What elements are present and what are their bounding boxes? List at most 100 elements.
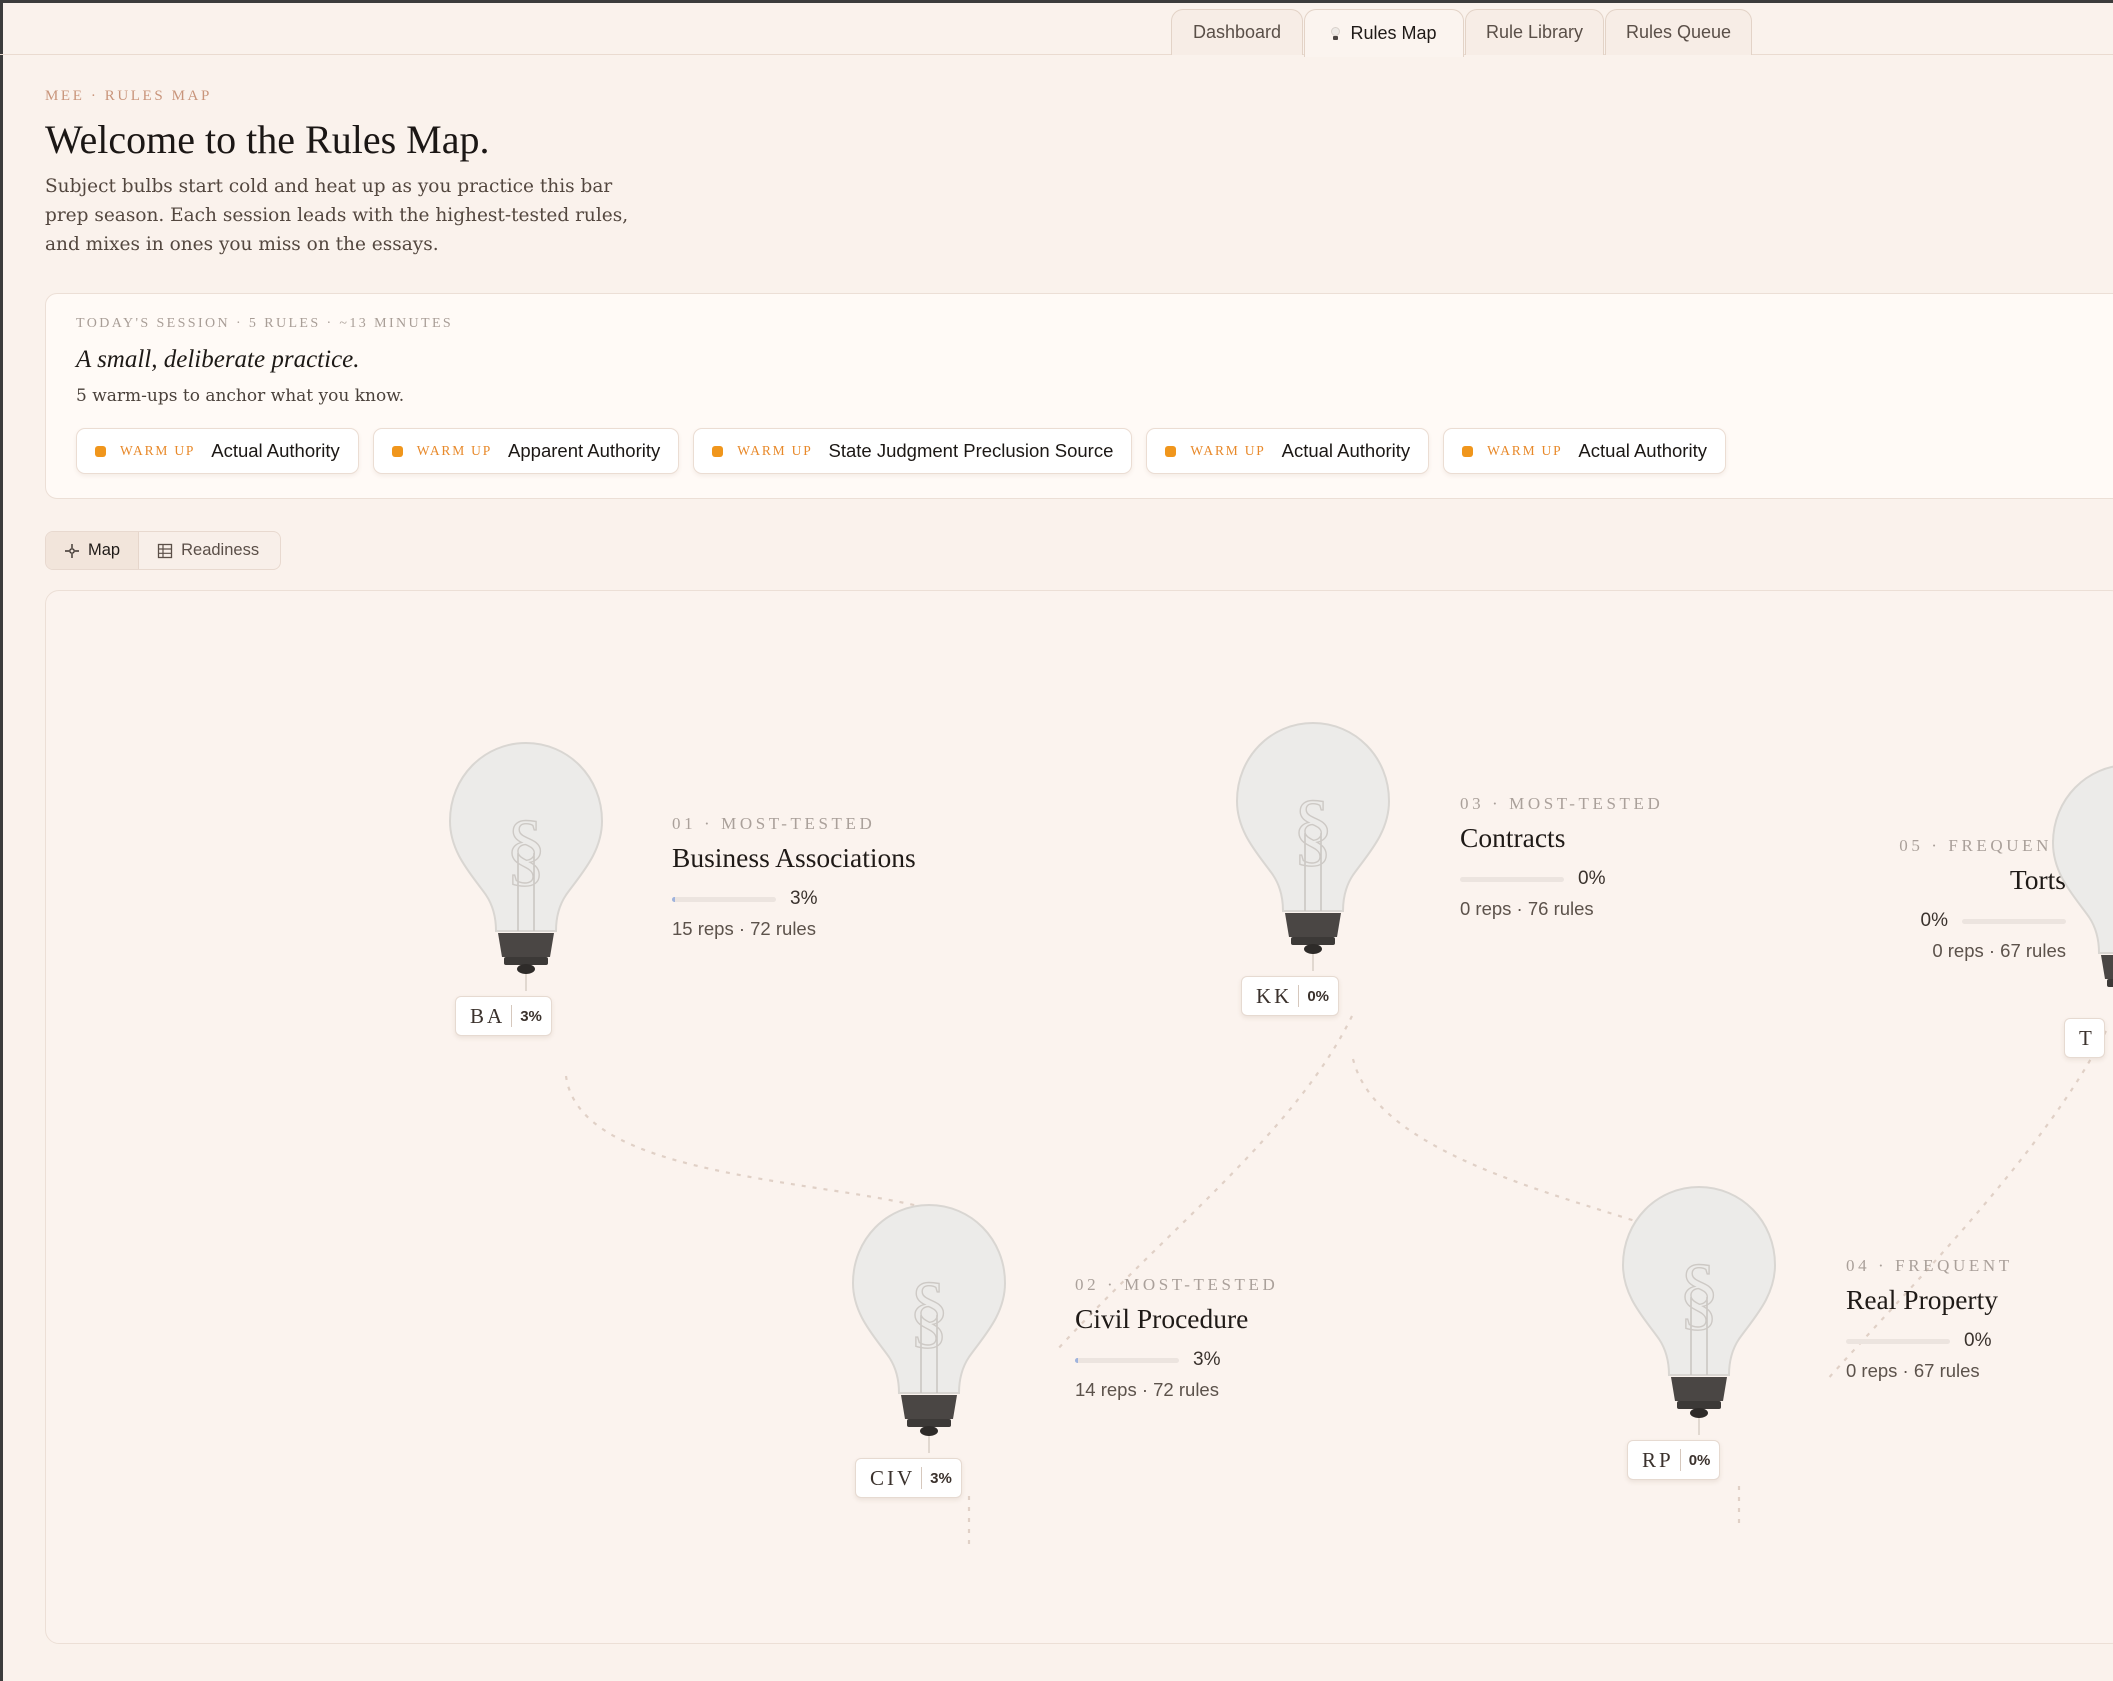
session-eyebrow: TODAY'S SESSION · 5 RULES · ~13 MINUTES [76, 316, 454, 331]
subject-reps: 14 reps · 72 rules [1075, 1379, 1219, 1400]
subject-percent: 3% [1193, 1349, 1221, 1370]
session-rule-chip[interactable]: WARM UP Apparent Authority [372, 428, 680, 474]
warm-up-dot-icon [1462, 445, 1474, 457]
subject-rank: 01 · MOST-TESTED [672, 814, 876, 833]
chip-label: Apparent Authority [508, 440, 661, 461]
subject-rank: 04 · FREQUENT [1846, 1256, 2013, 1275]
chip-tag: WARM UP [737, 443, 813, 458]
session-rule-chip[interactable]: WARM UP Actual Authority [1146, 428, 1430, 474]
subject-bulb-real-property[interactable]: § RP 0% [1619, 1185, 1879, 1505]
progress-bar [672, 896, 776, 902]
subject-abbr: KK [1256, 983, 1293, 1008]
table-icon [157, 543, 173, 558]
page-title: Welcome to the Rules Map. [45, 117, 490, 162]
progress-fill [672, 896, 676, 902]
view-toggle: Map Readiness [45, 531, 281, 570]
badge-divider [921, 1467, 923, 1489]
subject-abbr: T [2079, 1025, 2095, 1050]
warm-up-dot-icon [95, 445, 106, 457]
lightbulb-icon: § [1621, 1185, 1777, 1435]
badge-divider [1679, 1449, 1681, 1471]
page-intro: Subject bulbs start cold and heat up as … [45, 176, 629, 255]
todays-session-card: TODAY'S SESSION · 5 RULES · ~13 MINUTES … [45, 293, 2113, 499]
view-readiness-label: Readiness [181, 541, 260, 559]
chip-label: Actual Authority [211, 440, 340, 461]
badge-divider [511, 1005, 513, 1027]
subject-badge-percent: 3% [520, 1007, 542, 1025]
subject-rank: 05 · FREQUENT [1899, 836, 2066, 855]
lightbulb-icon [2051, 765, 2113, 987]
subject-rank: 03 · MOST-TESTED [1460, 794, 1664, 813]
progress-bar [1460, 876, 1564, 882]
subject-bulb-torts[interactable]: T [2049, 763, 2113, 1083]
tab-label: Rules Queue [1625, 22, 1732, 42]
subject-name[interactable]: Business Associations [672, 842, 1002, 874]
subject-percent: 0% [1964, 1330, 1992, 1351]
subject-badge-percent: 0% [1307, 987, 1330, 1005]
subject-percent: 0% [1578, 868, 1606, 889]
chip-tag: WARM UP [1487, 443, 1563, 458]
subject-badge: KK 0% [1241, 976, 1340, 1016]
tab-bar: Dashboard Rules Map Rule Library Rules Q… [0, 3, 2113, 57]
warm-up-dot-icon [391, 445, 403, 457]
bulb-section-glyph: § [909, 1265, 950, 1356]
subject-badge: BA 3% [455, 996, 552, 1036]
view-readiness-button[interactable]: Readiness [139, 532, 277, 569]
bulb-icon [1331, 27, 1341, 40]
bulb-section-glyph: § [1679, 1247, 1720, 1338]
progress-bar [1846, 1338, 1950, 1344]
view-map-button[interactable]: Map [46, 532, 140, 569]
session-title: A small, deliberate practice. [76, 346, 360, 373]
lightbulb-icon: § [448, 741, 604, 991]
subject-percent: 3% [790, 888, 818, 909]
rules-map-canvas: § BA 3% 01 · MOST-TESTED Business Associ… [45, 590, 2113, 1644]
warm-up-dot-icon [712, 445, 724, 457]
tab-dashboard[interactable]: Dashboard [1171, 9, 1303, 55]
subject-info-real-property: 04 · FREQUENT Real Property 0% 0 reps · … [1846, 1256, 2113, 1382]
subject-abbr: RP [1642, 1447, 1674, 1472]
chip-tag: WARM UP [1190, 443, 1266, 458]
session-rule-chips: WARM UP Actual Authority WARM UP Apparen… [76, 428, 1726, 474]
subject-reps: 0 reps · 67 rules [1846, 1360, 1980, 1381]
chip-label: Actual Authority [1578, 440, 1707, 461]
session-rule-chip[interactable]: WARM UP Actual Authority [76, 428, 359, 474]
subject-info-civil-procedure: 02 · MOST-TESTED Civil Procedure 3% 14 r… [1075, 1275, 1405, 1401]
progress-fill [1075, 1357, 1079, 1363]
chip-label: Actual Authority [1281, 440, 1411, 461]
subject-rank: 02 · MOST-TESTED [1075, 1275, 1279, 1294]
subject-name[interactable]: Torts [1686, 864, 2066, 896]
warm-up-dot-icon [1165, 445, 1177, 457]
subject-abbr: CIV [870, 1465, 916, 1490]
session-subtitle: 5 warm-ups to anchor what you know. [76, 386, 405, 406]
session-rule-chip[interactable]: WARM UP Actual Authority [1443, 428, 1726, 474]
tab-rules-queue[interactable]: Rules Queue [1605, 9, 1752, 55]
subject-percent: 0% [1920, 910, 1948, 931]
session-rule-chip[interactable]: WARM UP State Judgment Preclusion Source [693, 428, 1133, 474]
bulb-section-glyph: § [1293, 783, 1334, 874]
chip-label: State Judgment Preclusion Source [828, 440, 1114, 461]
subject-bulb-contracts[interactable]: § KK 0% [1233, 721, 1493, 1041]
subject-info-torts: 05 · FREQUENT Torts 0% 0 reps · 67 rules [1686, 836, 2066, 962]
bulb-section-glyph: § [506, 803, 547, 894]
tab-label: Dashboard [1192, 22, 1282, 42]
subject-badge: RP 0% [1627, 1440, 1721, 1480]
lightbulb-icon: § [1235, 721, 1391, 971]
subject-name[interactable]: Real Property [1846, 1284, 2113, 1316]
badge-divider [1298, 985, 1300, 1007]
subject-info-business-associations: 01 · MOST-TESTED Business Associations 3… [672, 814, 1002, 940]
subject-name[interactable]: Civil Procedure [1075, 1303, 1405, 1335]
subject-bulb-civil-procedure[interactable]: § CIV 3% [849, 1203, 1109, 1523]
window-left-border [0, 0, 3, 1681]
lightbulb-icon: § [851, 1203, 1007, 1453]
subject-bulb-business-associations[interactable]: § BA 3% [446, 741, 706, 1061]
tab-rule-library[interactable]: Rule Library [1465, 9, 1604, 55]
progress-bar [1075, 1357, 1179, 1363]
subject-reps: 0 reps · 67 rules [1932, 940, 2066, 961]
tab-rules-map[interactable]: Rules Map [1304, 9, 1464, 57]
subject-reps: 15 reps · 72 rules [672, 918, 816, 939]
chip-tag: WARM UP [120, 443, 196, 458]
subject-badge-percent: 3% [930, 1469, 952, 1487]
subject-badge: CIV 3% [855, 1458, 962, 1498]
chip-tag: WARM UP [416, 443, 493, 458]
subject-badge-percent: 0% [1688, 1451, 1711, 1469]
